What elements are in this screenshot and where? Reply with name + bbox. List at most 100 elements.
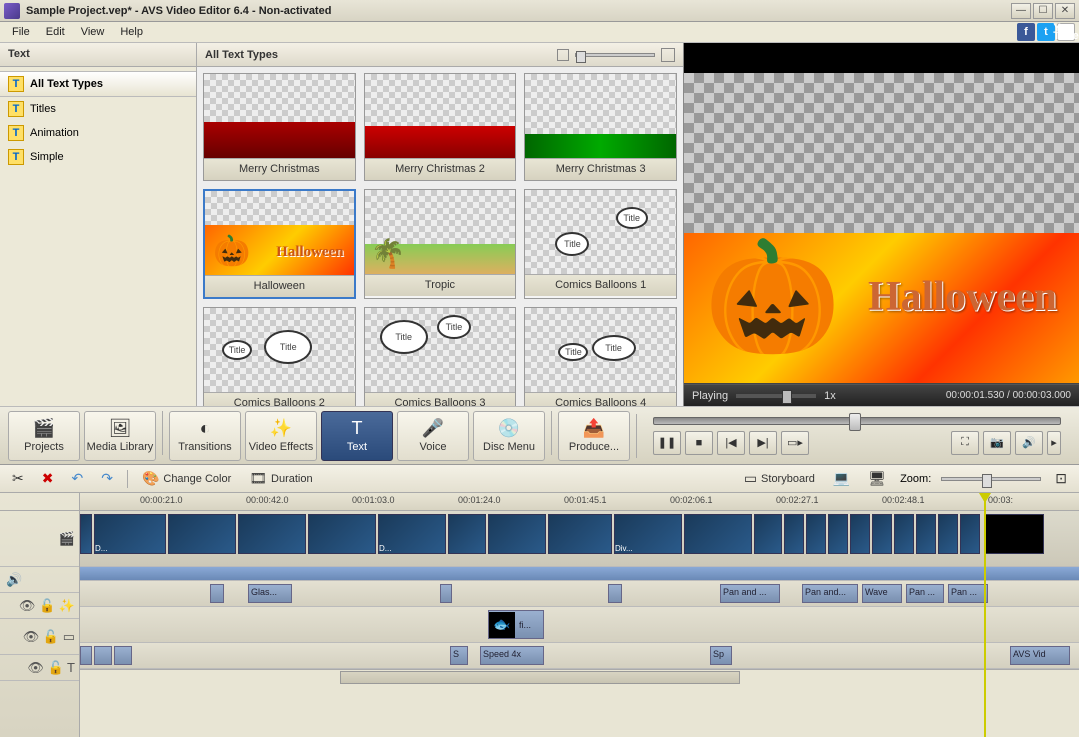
playhead[interactable] <box>984 493 986 737</box>
preset-thumb[interactable]: TitleTitleComics Balloons 2 <box>203 307 356 406</box>
thumb-small-icon[interactable] <box>557 49 569 61</box>
toolbar-projectsbutton[interactable]: 🎬Projects <box>8 411 80 461</box>
toolbar-voicebutton[interactable]: 🎤Voice <box>397 411 469 461</box>
thumb-large-icon[interactable] <box>661 48 675 62</box>
undo-button[interactable]: ↶ <box>67 468 87 489</box>
close-button[interactable]: ✕ <box>1055 3 1075 19</box>
effect-clip[interactable] <box>608 584 622 603</box>
maximize-button[interactable]: ☐ <box>1033 3 1053 19</box>
overlay-track[interactable]: 🐟fi... <box>80 607 1079 643</box>
redo-button[interactable]: ↷ <box>97 468 117 489</box>
preset-thumb[interactable]: TitleTitleComics Balloons 4 <box>524 307 677 406</box>
speed-clip[interactable] <box>94 646 112 665</box>
monitor-button[interactable]: 🖥 <box>864 468 890 489</box>
minimize-button[interactable]: — <box>1011 3 1031 19</box>
effect-clip[interactable]: Pan ... <box>948 584 988 603</box>
pause-button[interactable]: ❚❚ <box>653 431 681 455</box>
preset-thumb[interactable]: TitleTitleComics Balloons 1 <box>524 189 677 299</box>
video-clip[interactable] <box>938 514 958 554</box>
effects-track[interactable]: Glas...Pan and ...Pan and...WavePan ...P… <box>80 581 1079 607</box>
fit-button[interactable]: 💻 <box>829 468 854 489</box>
toolbar-produce-button[interactable]: 📤Produce... <box>558 411 630 461</box>
toolbar-media-librarybutton[interactable]: 🖼Media Library <box>84 411 156 461</box>
thumb-zoom-slider[interactable] <box>575 53 655 57</box>
audio-track[interactable] <box>80 567 1079 581</box>
overlay-clip[interactable]: 🐟fi... <box>488 610 544 639</box>
split-button[interactable]: ✂ <box>8 468 28 489</box>
delete-button[interactable]: ✖ <box>38 468 58 489</box>
speed-clip[interactable]: AVS Vid <box>1010 646 1070 665</box>
effect-clip[interactable] <box>210 584 224 603</box>
category-item[interactable]: TSimple <box>0 145 196 169</box>
video-clip[interactable] <box>548 514 612 554</box>
toolbar-transitionsbutton[interactable]: ◐Transitions <box>169 411 241 461</box>
video-clip[interactable] <box>850 514 870 554</box>
preset-thumb[interactable]: HalloweenHalloween <box>203 189 356 299</box>
more-button[interactable]: ▸ <box>1047 431 1061 455</box>
video-clip[interactable] <box>488 514 546 554</box>
seek-bar[interactable] <box>653 417 1061 425</box>
preset-thumb[interactable]: Merry Christmas <box>203 73 356 181</box>
video-clip[interactable] <box>894 514 914 554</box>
video-clip[interactable] <box>80 514 92 554</box>
video-clip[interactable]: Div... <box>614 514 682 554</box>
category-item[interactable]: TAll Text Types <box>0 71 196 97</box>
video-clip[interactable] <box>754 514 782 554</box>
video-clip[interactable] <box>784 514 804 554</box>
snapshot-button[interactable]: 📷 <box>983 431 1011 455</box>
menu-edit[interactable]: Edit <box>38 24 73 40</box>
prev-button[interactable]: |◀ <box>717 431 745 455</box>
preset-thumb[interactable]: Tropic <box>364 189 517 299</box>
video-clip[interactable] <box>960 514 980 554</box>
facebook-icon[interactable]: f <box>1017 23 1035 41</box>
duration-button[interactable]: 🎞Duration <box>245 468 316 489</box>
category-item[interactable]: TTitles <box>0 97 196 121</box>
youtube-icon[interactable]: YouTube <box>1057 23 1075 41</box>
menu-help[interactable]: Help <box>112 24 151 40</box>
video-clip[interactable] <box>684 514 752 554</box>
effect-clip[interactable]: Wave <box>862 584 902 603</box>
effect-clip[interactable]: Pan ... <box>906 584 944 603</box>
video-clip[interactable] <box>872 514 892 554</box>
toolbar-disc-menubutton[interactable]: 💿Disc Menu <box>473 411 545 461</box>
storyboard-button[interactable]: ▭Storyboard <box>740 468 819 489</box>
video-clip[interactable] <box>828 514 848 554</box>
volume-button[interactable]: 🔊 <box>1015 431 1043 455</box>
zoom-fit-button[interactable]: ⊡ <box>1051 468 1071 489</box>
toolbar-video-effectsbutton[interactable]: ✨Video Effects <box>245 411 317 461</box>
timeline-zoom-slider[interactable] <box>941 477 1041 481</box>
video-clip[interactable]: D... <box>378 514 446 554</box>
speed-clip[interactable]: S <box>450 646 468 665</box>
timeline-scrollbar[interactable] <box>80 669 1079 685</box>
speed-clip[interactable]: Sp <box>710 646 732 665</box>
time-ruler[interactable]: 00:00:21.000:00:42.000:01:03.000:01:24.0… <box>80 493 1079 511</box>
toolbar-textbutton[interactable]: TText <box>321 411 393 461</box>
preset-thumb[interactable]: Merry Christmas 3 <box>524 73 677 181</box>
video-clip[interactable] <box>238 514 306 554</box>
effect-clip[interactable]: Glas... <box>248 584 292 603</box>
category-item[interactable]: TAnimation <box>0 121 196 145</box>
video-clip[interactable] <box>308 514 376 554</box>
video-clip[interactable] <box>916 514 936 554</box>
next-button[interactable]: ▶| <box>749 431 777 455</box>
playlist-button[interactable]: ▭▸ <box>781 431 809 455</box>
video-clip[interactable] <box>806 514 826 554</box>
speed-track[interactable]: S Speed 4x Sp AVS Vid <box>80 643 1079 669</box>
video-clip[interactable]: D... <box>94 514 166 554</box>
menu-file[interactable]: File <box>4 24 38 40</box>
effect-clip[interactable]: Pan and... <box>802 584 858 603</box>
timeline-body[interactable]: 00:00:21.000:00:42.000:01:03.000:01:24.0… <box>80 493 1079 737</box>
stop-button[interactable]: ■ <box>685 431 713 455</box>
speed-clip[interactable] <box>80 646 92 665</box>
speed-slider[interactable] <box>736 394 816 398</box>
effect-clip[interactable] <box>440 584 452 603</box>
change-color-button[interactable]: 🎨Change Color <box>138 468 235 489</box>
video-track[interactable]: D... D... Div... <box>80 511 1079 567</box>
video-clip[interactable] <box>168 514 236 554</box>
effect-clip[interactable]: Pan and ... <box>720 584 780 603</box>
preset-thumb[interactable]: TitleTitleComics Balloons 3 <box>364 307 517 406</box>
menu-view[interactable]: View <box>73 24 113 40</box>
speed-clip[interactable]: Speed 4x <box>480 646 544 665</box>
video-clip[interactable] <box>984 514 1044 554</box>
fullscreen-button[interactable]: ⛶ <box>951 431 979 455</box>
